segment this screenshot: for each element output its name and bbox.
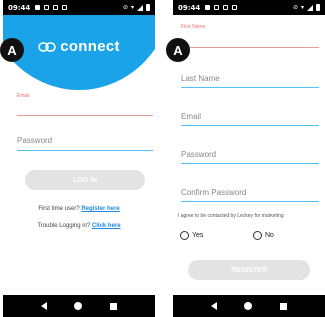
- password-placeholder: Password: [17, 136, 53, 145]
- battery-icon: [316, 4, 320, 11]
- first-time-text: First time user?: [38, 206, 80, 212]
- annotation-badge-left: A: [0, 38, 24, 62]
- image-icon: [35, 5, 41, 10]
- back-icon[interactable]: [210, 302, 217, 310]
- recent-apps-icon[interactable]: [110, 302, 118, 310]
- status-time: 09:44: [8, 3, 31, 12]
- confirm-password-placeholder: Confirm Password: [181, 188, 247, 197]
- confirm-password-underline: [181, 201, 319, 202]
- password-underline: [17, 150, 153, 151]
- yes-radio[interactable]: Yes: [180, 231, 203, 240]
- back-icon[interactable]: [40, 302, 47, 310]
- trouble-prompt: Trouble Logging in? Click here: [3, 223, 155, 229]
- annotation-badge-right: A: [166, 38, 190, 62]
- mute-icon: ⊘: [292, 4, 298, 11]
- status-bar: 09:44 ⊘ ▾: [3, 0, 155, 15]
- first-name-underline: [181, 47, 319, 48]
- lock-icon: [223, 5, 229, 10]
- first-name-field[interactable]: First Name: [181, 24, 319, 48]
- email-placeholder: Email: [181, 112, 202, 121]
- yes-label: Yes: [192, 232, 204, 239]
- register-screen: 09:44 ⊘ ▾ First Name Last Name Email Pas…: [173, 0, 325, 317]
- image-icon: [205, 5, 211, 10]
- last-name-underline: [181, 87, 319, 88]
- register-prompt: First time user? Register here: [3, 206, 155, 212]
- status-time: 09:44: [178, 3, 201, 12]
- nav-bar: [173, 295, 325, 317]
- email-field[interactable]: Email: [181, 112, 319, 126]
- email-underline: [17, 115, 153, 116]
- last-name-field[interactable]: Last Name: [181, 74, 319, 88]
- mute-icon: ⊘: [122, 4, 128, 11]
- email-underline: [181, 125, 319, 126]
- register-link[interactable]: Register here: [81, 206, 119, 212]
- signal-icon: [307, 4, 313, 11]
- consent-text: I agree to be contacted by Leckey for ma…: [178, 213, 284, 219]
- link-icon: [38, 41, 56, 52]
- trouble-text: Trouble Logging in?: [37, 223, 91, 229]
- password-placeholder: Password: [181, 150, 217, 159]
- wifi-icon: ▾: [300, 4, 304, 11]
- recent-apps-icon[interactable]: [280, 302, 288, 310]
- status-bar: 09:44 ⊘ ▾: [173, 0, 325, 15]
- login-screen: 09:44 ⊘ ▾ connect Email Password LOG IN …: [3, 0, 155, 317]
- register-button[interactable]: REGISTER: [188, 260, 310, 280]
- click-here-link[interactable]: Click here: [92, 223, 121, 229]
- password-field[interactable]: Password: [181, 150, 319, 164]
- no-label: No: [265, 232, 274, 239]
- password-underline: [181, 163, 319, 164]
- radio-circle-icon: [253, 231, 262, 240]
- password-field[interactable]: Password: [17, 136, 153, 151]
- home-icon[interactable]: [74, 302, 83, 310]
- email-field[interactable]: Email: [17, 93, 153, 116]
- nav-bar: [3, 295, 155, 317]
- brand-name: connect: [60, 38, 120, 55]
- calendar-icon: [214, 5, 220, 10]
- no-radio[interactable]: No: [253, 231, 274, 240]
- status-icons: ⊘ ▾: [293, 4, 320, 11]
- lock-icon: [53, 5, 59, 10]
- signal-icon: [137, 4, 143, 11]
- radio-circle-icon: [180, 231, 189, 240]
- calendar-icon: [44, 5, 50, 10]
- status-icons: ⊘ ▾: [123, 4, 150, 11]
- home-icon[interactable]: [244, 302, 253, 310]
- login-button[interactable]: LOG IN: [25, 170, 145, 190]
- battery-icon: [146, 4, 150, 11]
- confirm-password-field[interactable]: Confirm Password: [181, 188, 319, 202]
- notification-icon: [232, 5, 238, 10]
- last-name-placeholder: Last Name: [181, 74, 220, 83]
- connect-logo: connect: [3, 38, 155, 55]
- notification-icon: [62, 5, 68, 10]
- wifi-icon: ▾: [130, 4, 134, 11]
